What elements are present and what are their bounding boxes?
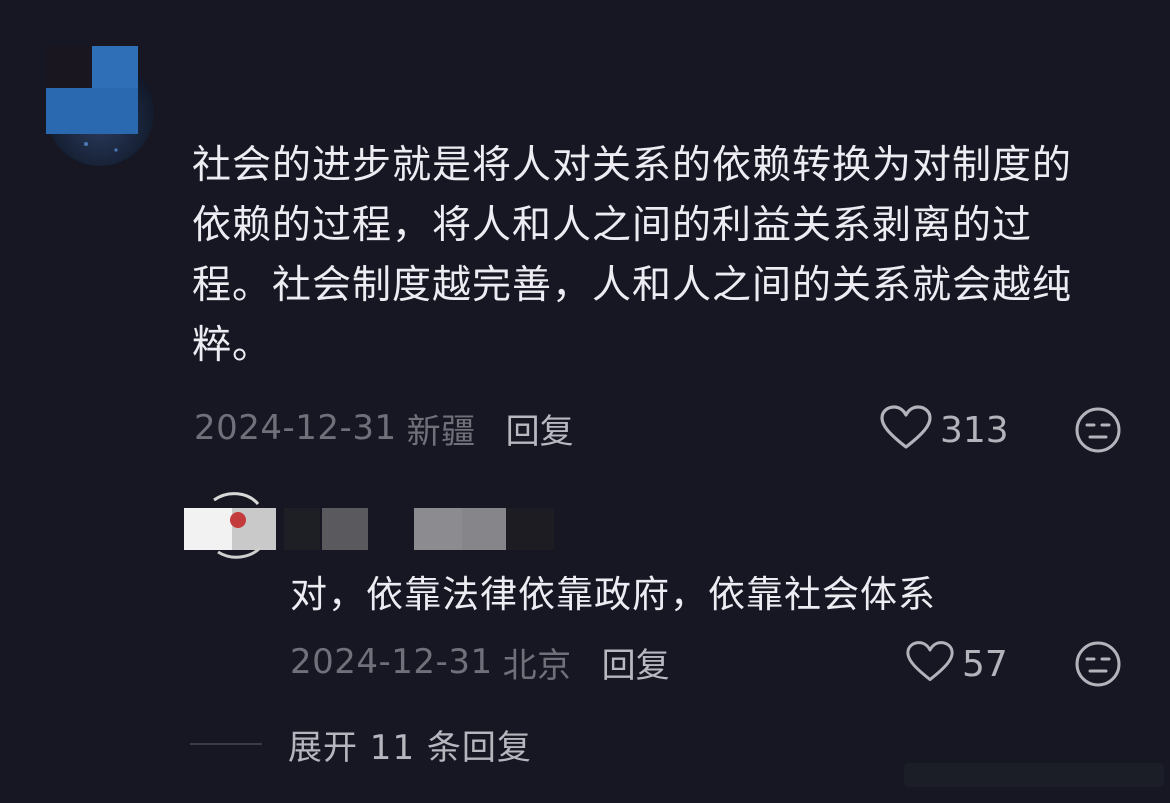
reply-meta: 2024-12-31 北京 回复: [290, 634, 670, 690]
reply-reply-button[interactable]: 回复: [602, 638, 670, 687]
reply-like-button[interactable]: 57: [906, 638, 1008, 690]
like-button[interactable]: 313: [880, 404, 1009, 456]
reply-text: 对，依靠法律依靠政府，依靠社会体系: [290, 573, 936, 616]
comment-location: 新疆: [406, 411, 476, 452]
neutral-face-icon[interactable]: [1074, 640, 1122, 692]
comment-text: 社会的进步就是将人对关系的依赖转换为对制度的 依赖的过程，将人和人之间的利益关系…: [192, 143, 1073, 368]
replier-avatar[interactable]: [208, 490, 270, 562]
reply-button[interactable]: 回复: [506, 404, 574, 453]
heart-outline-icon: [880, 405, 932, 455]
like-count: 313: [940, 409, 1009, 451]
expand-divider: [190, 743, 262, 745]
heart-outline-icon: [906, 640, 954, 688]
comment-meta: 2024-12-31 新疆 回复: [194, 400, 574, 456]
reply-like-count: 57: [962, 643, 1008, 685]
expand-replies-button[interactable]: 展开 11 条回复: [190, 716, 532, 772]
reply-location: 北京: [502, 645, 572, 686]
comment-date: 2024-12-31: [194, 408, 397, 448]
commenter-avatar[interactable]: [46, 46, 154, 170]
expand-replies-label: 展开 11 条回复: [288, 727, 532, 768]
reply-date: 2024-12-31: [290, 642, 493, 682]
watermark-logo: [904, 755, 1164, 795]
neutral-face-icon[interactable]: [1074, 406, 1122, 458]
